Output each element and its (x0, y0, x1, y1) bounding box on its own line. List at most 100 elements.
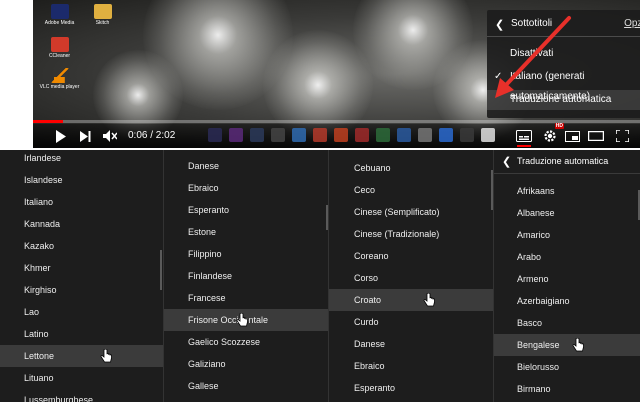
taskbar-app-icon[interactable] (439, 128, 453, 142)
play-button[interactable] (51, 126, 69, 146)
taskbar-app-icon[interactable] (397, 128, 411, 142)
language-option[interactable]: Basco (494, 312, 640, 334)
language-list-panel-2[interactable]: Danese Ebraico Esperanto Estone Filippino Fin… (163, 150, 328, 402)
language-option[interactable]: Corso (329, 267, 493, 289)
language-option[interactable]: Coreano (329, 245, 493, 267)
language-option[interactable]: Kazako (0, 235, 163, 257)
subtitles-button[interactable] (515, 126, 533, 147)
language-option[interactable]: Croato (329, 289, 493, 311)
menu-item-auto-translate[interactable]: Traduzione automatica (487, 90, 640, 110)
language-option[interactable]: Ebraico (164, 177, 328, 199)
language-option[interactable]: Azerbaigiano (494, 290, 640, 312)
theater-button[interactable] (587, 126, 605, 146)
auto-translate-title: Traduzione automatica (517, 156, 609, 166)
taskbar-app-icon[interactable] (250, 128, 264, 142)
desktop-icon-label: Adobe Media (44, 20, 75, 26)
language-option[interactable]: Khmer (0, 257, 163, 279)
hand-cursor-icon (236, 313, 248, 327)
language-option[interactable]: Danese (164, 155, 328, 177)
language-option[interactable]: Estone (164, 221, 328, 243)
language-option[interactable]: Cebuano (329, 157, 493, 179)
hand-cursor-icon (100, 349, 112, 363)
hand-cursor-icon (572, 338, 584, 352)
miniplayer-button[interactable] (563, 126, 581, 146)
back-chevron-icon[interactable]: ❮ (495, 18, 504, 31)
language-option[interactable]: Lao (0, 301, 163, 323)
app-icon (93, 4, 112, 19)
language-option[interactable]: Lettone (0, 345, 163, 367)
desktop-icon[interactable]: CCleaner (37, 37, 82, 59)
subtitles-active-indicator (517, 145, 531, 147)
language-list-panel-3[interactable]: Cebuano Ceco Cinese (Semplificato) Cinese (… (328, 150, 493, 402)
subtitles-settings-menu: ❮ Sottotitoli Opzioni Disattivati ✓ Ital… (487, 10, 640, 118)
taskbar-app-icon[interactable] (271, 128, 285, 142)
desktop-icon[interactable]: VLC media player (37, 68, 82, 90)
language-option[interactable]: Gallese (164, 375, 328, 397)
language-option[interactable]: Esperanto (164, 199, 328, 221)
taskbar-app-icon[interactable] (208, 128, 222, 142)
menu-item-disabled[interactable]: Disattivati (487, 44, 640, 64)
desktop-icon[interactable]: Skitch (80, 4, 125, 26)
language-option[interactable]: Afrikaans (494, 180, 640, 202)
language-option[interactable]: Esperanto (329, 377, 493, 399)
menu-item-italian-auto[interactable]: ✓ Italiano (generati automaticamente) (487, 67, 640, 102)
desktop-icon[interactable]: Adobe Media (37, 4, 82, 26)
auto-translate-panel[interactable]: ❮ Traduzione automatica Afrikaans Albanes… (493, 150, 640, 402)
gear-icon (544, 130, 556, 142)
video-player[interactable]: Adobe Media Skitch CCleaner VLC media pl… (33, 0, 640, 148)
vlc-icon (50, 68, 69, 83)
taskbar-app-icon[interactable] (334, 128, 348, 142)
language-option[interactable]: Galiziano (164, 353, 328, 375)
language-option[interactable]: Irlandese (0, 150, 163, 169)
language-option[interactable]: Gaelico Scozzese (164, 331, 328, 353)
back-chevron-icon[interactable]: ❮ (502, 155, 511, 168)
language-option[interactable]: Bengalese (494, 334, 640, 356)
language-option[interactable]: Ebraico (329, 355, 493, 377)
taskbar-app-icon[interactable] (418, 128, 432, 142)
taskbar-app-icon[interactable] (355, 128, 369, 142)
taskbar-app-icon[interactable] (229, 128, 243, 142)
mute-button[interactable] (101, 126, 119, 146)
language-option[interactable]: Lussemburghese (0, 389, 163, 402)
desktop-icons: Adobe Media Skitch CCleaner VLC media pl… (33, 0, 112, 110)
language-option[interactable]: Amarico (494, 224, 640, 246)
language-option[interactable]: Arabo (494, 246, 640, 268)
language-option[interactable]: Ceco (329, 179, 493, 201)
language-option[interactable]: Islandese (0, 169, 163, 191)
language-option[interactable]: Lituano (0, 367, 163, 389)
options-link[interactable]: Opzioni (624, 18, 640, 29)
language-option[interactable]: Cinese (Tradizionale) (329, 223, 493, 245)
fullscreen-button[interactable] (613, 126, 631, 146)
taskbar-app-icon[interactable] (481, 128, 495, 142)
language-option[interactable]: Francese (164, 287, 328, 309)
language-option[interactable]: Italiano (0, 191, 163, 213)
language-option[interactable]: Curdo (329, 311, 493, 333)
subtitles-icon (516, 130, 532, 142)
progress-bar[interactable] (33, 120, 640, 123)
taskbar-app-icon[interactable] (460, 128, 474, 142)
language-option[interactable]: Latino (0, 323, 163, 345)
taskbar-app-icon[interactable] (313, 128, 327, 142)
language-option[interactable]: Birmano (494, 378, 640, 400)
taskbar-app-icon[interactable] (292, 128, 306, 142)
language-option[interactable]: Bielorusso (494, 356, 640, 378)
auto-translate-header: ❮ Traduzione automatica (494, 150, 640, 174)
language-option[interactable]: Albanese (494, 202, 640, 224)
language-option[interactable]: Kannada (0, 213, 163, 235)
language-option[interactable]: Cinese (Semplificato) (329, 201, 493, 223)
app-icon (50, 37, 69, 52)
language-option[interactable]: Kirghiso (0, 279, 163, 301)
fullscreen-icon (615, 130, 629, 142)
app-icon (50, 4, 69, 19)
taskbar-app-icon[interactable] (376, 128, 390, 142)
settings-button[interactable]: HD (541, 123, 564, 146)
language-option[interactable]: Armeno (494, 268, 640, 290)
language-option[interactable]: Filippino (164, 243, 328, 265)
language-option[interactable]: Danese (329, 333, 493, 355)
next-button[interactable] (77, 126, 93, 146)
language-option[interactable]: Finlandese (164, 265, 328, 287)
volume-muted-icon (103, 130, 117, 142)
desktop-icon-label: Skitch (95, 20, 110, 26)
scrollbar[interactable] (160, 250, 162, 290)
language-list-panel-1[interactable]: Irlandese Islandese Italiano Kannada Kazako K… (0, 150, 163, 402)
